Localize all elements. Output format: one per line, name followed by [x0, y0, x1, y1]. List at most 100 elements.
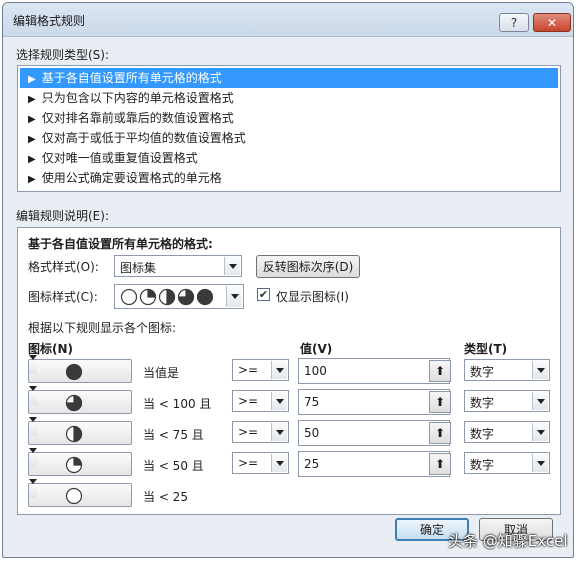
- rule-type-item[interactable]: ▶ 仅对高于或低于平均值的数值设置格式: [20, 128, 558, 148]
- icon-style-select[interactable]: [114, 284, 244, 309]
- type-select[interactable]: 数字: [464, 452, 550, 474]
- chevron-down-icon: [271, 454, 287, 472]
- upload-arrow-icon: ⬆: [434, 457, 446, 471]
- play-arrow-icon: ▶: [28, 154, 36, 165]
- chevron-down-icon: [29, 448, 37, 467]
- type-value: 数字: [470, 365, 495, 379]
- type-column-header: 类型(T): [464, 342, 508, 356]
- chevron-down-icon: [224, 257, 240, 275]
- rule-type-item[interactable]: ▶ 仅对排名靠前或靠后的数值设置格式: [20, 108, 558, 128]
- chevron-down-icon: [532, 392, 548, 410]
- dialog-title: 编辑格式规则: [13, 14, 86, 28]
- help-button[interactable]: ?: [499, 13, 529, 32]
- rule-type-item[interactable]: ▶ 仅对唯一值或重复值设置格式: [20, 148, 558, 168]
- range-select-button[interactable]: ⬆: [429, 391, 451, 413]
- value-input[interactable]: 25 ⬆: [298, 451, 451, 477]
- play-arrow-icon: ▶: [28, 74, 36, 85]
- half-circle-icon: [65, 425, 83, 443]
- value-text: 25: [304, 457, 320, 471]
- chevron-down-icon: [532, 361, 548, 379]
- chevron-down-icon: [29, 479, 37, 498]
- icon-select[interactable]: [28, 448, 132, 476]
- type-select[interactable]: 数字: [464, 390, 550, 412]
- rule-type-item[interactable]: ▶ 只为包含以下内容的单元格设置格式: [20, 88, 558, 108]
- quarters-icon-set-icon: [120, 288, 214, 306]
- chevron-down-icon: [226, 286, 242, 307]
- edit-rule-label: 编辑规则说明(E):: [16, 209, 109, 223]
- rule-type-label: 仅对高于或低于平均值的数值设置格式: [41, 131, 246, 145]
- rule-type-label: 只为包含以下内容的单元格设置格式: [41, 91, 234, 105]
- upload-arrow-icon: ⬆: [434, 364, 446, 378]
- format-style-value: 图标集: [120, 261, 157, 275]
- operator-select[interactable]: >=: [232, 390, 289, 412]
- upload-arrow-icon: ⬆: [434, 395, 446, 409]
- rule-type-label: 使用公式确定要设置格式的单元格: [41, 171, 222, 185]
- rule-description-panel: 基于各自值设置所有单元格的格式: 格式样式(O): 图标集 反转图标次序(D) …: [17, 227, 561, 515]
- type-value: 数字: [470, 458, 495, 472]
- rules-caption: 根据以下规则显示各个图标:: [28, 321, 177, 335]
- icon-select[interactable]: [28, 417, 132, 445]
- play-arrow-icon: ▶: [28, 114, 36, 125]
- icon-select[interactable]: [28, 479, 132, 507]
- type-select[interactable]: 数字: [464, 421, 550, 443]
- operator-value: >=: [238, 425, 259, 439]
- value-input[interactable]: 50 ⬆: [298, 420, 451, 446]
- type-value: 数字: [470, 396, 495, 410]
- play-arrow-icon: ▶: [28, 94, 36, 105]
- condition-label: 当 < 100 且: [143, 397, 212, 411]
- value-input[interactable]: 100 ⬆: [298, 358, 451, 384]
- rule-type-label: 仅对唯一值或重复值设置格式: [41, 151, 198, 165]
- value-text: 100: [304, 364, 327, 378]
- range-select-button[interactable]: ⬆: [429, 453, 451, 475]
- chevron-down-icon: [532, 454, 548, 472]
- operator-value: >=: [238, 456, 259, 470]
- type-select[interactable]: 数字: [464, 359, 550, 381]
- operator-value: >=: [238, 363, 259, 377]
- operator-value: >=: [238, 394, 259, 408]
- chevron-down-icon: [29, 417, 37, 436]
- watermark-text: 头条 @知骤Excel: [448, 532, 568, 550]
- condition-label: 当 < 75 且: [143, 428, 204, 442]
- title-bar: 编辑格式规则 ? ✕: [3, 3, 573, 37]
- empty-circle-icon: [65, 487, 83, 505]
- rule-type-list[interactable]: ▶ 基于各自值设置所有单元格的格式 ▶ 只为包含以下内容的单元格设置格式 ▶ 仅对排名靠前…: [17, 65, 561, 192]
- rule-type-label: 选择规则类型(S):: [16, 48, 110, 62]
- chevron-down-icon: [29, 386, 37, 405]
- value-input[interactable]: 75 ⬆: [298, 389, 451, 415]
- chevron-down-icon: [29, 355, 37, 374]
- chevron-down-icon: [271, 423, 287, 441]
- value-text: 75: [304, 395, 320, 409]
- icon-style-label: 图标样式(C):: [28, 290, 98, 304]
- reverse-icon-order-button[interactable]: 反转图标次序(D): [256, 255, 360, 278]
- range-select-button[interactable]: ⬆: [429, 360, 451, 382]
- rule-type-item[interactable]: ▶ 基于各自值设置所有单元格的格式: [20, 68, 558, 88]
- quarter-circle-icon: [65, 456, 83, 474]
- play-arrow-icon: ▶: [28, 134, 36, 145]
- rule-type-label: 仅对排名靠前或靠后的数值设置格式: [41, 111, 234, 125]
- icon-select[interactable]: [28, 386, 132, 414]
- type-value: 数字: [470, 427, 495, 441]
- range-select-button[interactable]: ⬆: [429, 422, 451, 444]
- full-circle-icon: [65, 363, 83, 381]
- format-style-select[interactable]: 图标集: [114, 255, 242, 277]
- operator-select[interactable]: >=: [232, 452, 289, 474]
- show-icon-only-label: 仅显示图标(I): [276, 290, 349, 304]
- section-heading: 基于各自值设置所有单元格的格式:: [28, 237, 213, 251]
- operator-select[interactable]: >=: [232, 359, 289, 381]
- upload-arrow-icon: ⬆: [434, 426, 446, 440]
- close-button[interactable]: ✕: [533, 13, 571, 32]
- show-icon-only-checkbox[interactable]: ✔: [257, 288, 270, 301]
- value-column-header: 值(V): [300, 342, 333, 356]
- chevron-down-icon: [271, 361, 287, 379]
- three-quarter-circle-icon: [65, 394, 83, 412]
- rule-type-item[interactable]: ▶ 使用公式确定要设置格式的单元格: [20, 168, 558, 188]
- operator-select[interactable]: >=: [232, 421, 289, 443]
- play-arrow-icon: ▶: [28, 174, 36, 185]
- condition-label: 当值是: [143, 366, 180, 380]
- condition-label: 当 < 50 且: [143, 459, 204, 473]
- rule-type-label: 基于各自值设置所有单元格的格式: [41, 71, 222, 85]
- format-style-label: 格式样式(O):: [28, 260, 99, 274]
- value-text: 50: [304, 426, 320, 440]
- icon-select[interactable]: [28, 355, 132, 383]
- chevron-down-icon: [532, 423, 548, 441]
